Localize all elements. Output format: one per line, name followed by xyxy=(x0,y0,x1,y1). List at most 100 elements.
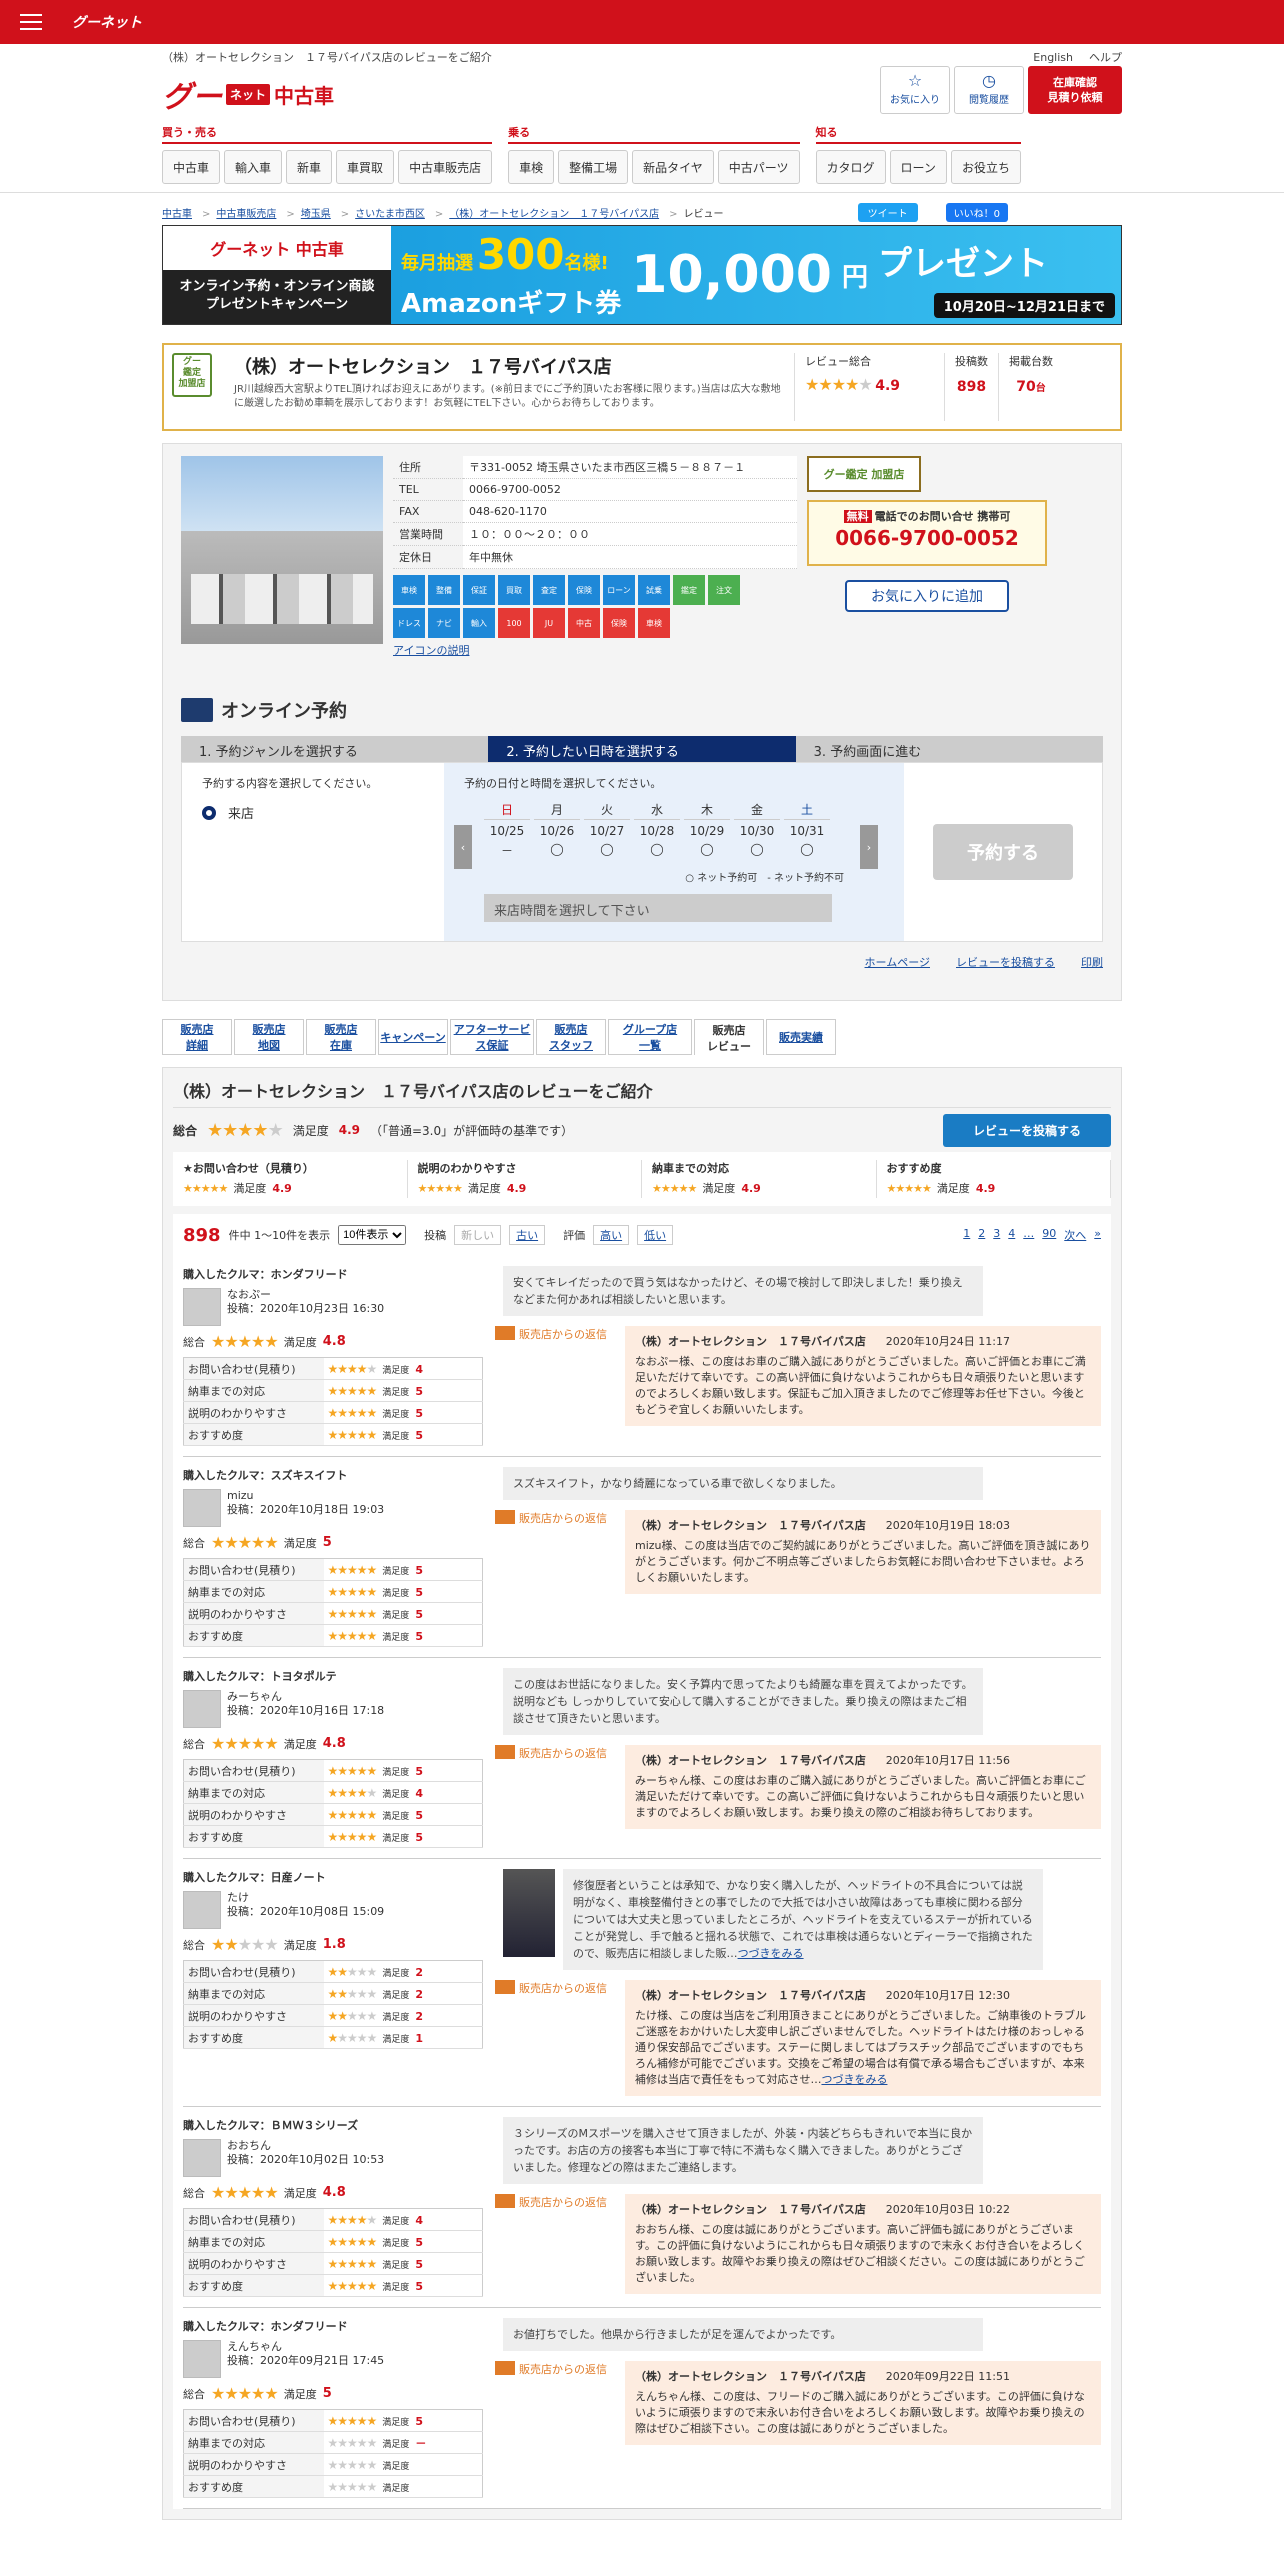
read-more-link[interactable]: つづきをみる xyxy=(738,1947,804,1960)
day-column[interactable]: 水 10/28 ◯ xyxy=(634,801,680,859)
time-select[interactable]: 来店時間を選択して下さい xyxy=(484,894,832,922)
tweet-button[interactable]: ツイート xyxy=(857,202,918,222)
homepage-link[interactable]: ホームページ xyxy=(865,954,930,970)
tel-number[interactable]: 0066-9700-0052 xyxy=(815,526,1039,550)
like-button[interactable]: いいね！0 xyxy=(945,202,1008,222)
review-comment-text: スズキスイフト，かなり綺麗になっている車で欲しくなりました。 xyxy=(513,1477,842,1490)
sort-high[interactable]: 高い xyxy=(593,1225,630,1245)
menu-icon[interactable] xyxy=(20,14,42,30)
stock-inquiry-button[interactable]: 在庫確認 見積り依頼 xyxy=(1028,66,1122,114)
add-favorite-button[interactable]: お気に入りに追加 xyxy=(845,580,1009,612)
rating-name: おすすめ度 xyxy=(183,1624,324,1647)
prev-week-button[interactable]: ‹ xyxy=(454,825,472,869)
breadcrumb-link[interactable]: 中古車 xyxy=(162,209,192,220)
post-review-link[interactable]: レビューを投稿する xyxy=(956,954,1055,970)
info-row: 定休日 年中無休 xyxy=(393,545,797,569)
page-link[interactable]: 次へ xyxy=(1064,1227,1086,1243)
banner-people: 名様! xyxy=(564,253,609,274)
nav-item[interactable]: 車検 xyxy=(508,150,555,184)
shop-photo[interactable] xyxy=(181,456,383,644)
day-name: 金 xyxy=(750,803,763,817)
post-review-button[interactable]: レビューを投稿する xyxy=(942,1113,1111,1147)
rating-sat-label: 満足度 xyxy=(382,1833,410,1844)
breadcrumb-link[interactable]: （株）オートセレクション １７号バイパス店 xyxy=(449,209,659,220)
info-value: 048-620-1170 xyxy=(463,500,797,523)
info-key: 住所 xyxy=(393,456,463,479)
per-page-select[interactable]: 10件表示 xyxy=(338,1225,407,1245)
nav-item[interactable]: カタログ xyxy=(815,150,886,184)
review-total-label: レビュー総合 xyxy=(805,355,871,368)
help-link[interactable]: ヘルプ xyxy=(1089,51,1122,64)
top-logo[interactable]: グーネット xyxy=(72,12,142,32)
reserve-button[interactable]: 予約する xyxy=(933,824,1073,880)
page-link[interactable]: 90 xyxy=(1042,1227,1056,1243)
breadcrumb-link[interactable]: さいたま市西区 xyxy=(355,209,425,220)
day-availability[interactable]: ◯ xyxy=(584,842,630,856)
nav-item[interactable]: 整備工場 xyxy=(558,150,629,184)
site-logo[interactable]: グー ネット 中古車 xyxy=(162,72,334,116)
shop-tab[interactable]: 販売店 在庫 xyxy=(306,1019,376,1055)
day-column[interactable]: 金 10/30 ◯ xyxy=(734,801,780,859)
nav-item[interactable]: 新品タイヤ xyxy=(632,150,714,184)
shop-tab[interactable]: アフターサービス保証 xyxy=(450,1019,534,1055)
nav-item[interactable]: 中古パーツ xyxy=(717,150,800,184)
breadcrumb-link[interactable]: 中古車販売店 xyxy=(216,209,276,220)
day-availability[interactable]: ◯ xyxy=(634,842,680,856)
nav-item[interactable]: お役立ち xyxy=(950,150,1021,184)
sort-old[interactable]: 古い xyxy=(509,1225,546,1245)
icon-description-link[interactable]: アイコンの説明 xyxy=(393,642,797,658)
avatar xyxy=(183,2340,221,2378)
page-link[interactable]: 4 xyxy=(1008,1227,1015,1243)
day-column[interactable]: 火 10/27 ◯ xyxy=(584,801,630,859)
nav-item[interactable]: 中古車販売店 xyxy=(398,150,493,184)
page-link[interactable]: 1 xyxy=(963,1227,970,1243)
shop-tab[interactable]: 販売店 詳細 xyxy=(162,1019,232,1055)
breadcrumb-link[interactable]: 埼玉県 xyxy=(301,209,331,220)
nav-item[interactable]: ローン xyxy=(889,150,947,184)
read-more-link[interactable]: つづきをみる xyxy=(821,2073,887,2086)
day-column[interactable]: 木 10/29 ◯ xyxy=(684,801,730,859)
favorites-button[interactable]: ☆ お気に入り xyxy=(880,66,950,114)
sort-new[interactable]: 新しい xyxy=(454,1225,502,1245)
page-link[interactable]: 3 xyxy=(993,1227,1000,1243)
day-column[interactable]: 月 10/26 ◯ xyxy=(534,801,580,859)
nav-item[interactable]: 中古車 xyxy=(162,150,221,184)
step-1: 1. 予約ジャンルを選択する xyxy=(181,736,489,762)
page-link[interactable]: 2 xyxy=(978,1227,985,1243)
shop-tab[interactable]: グループ店 一覧 xyxy=(608,1019,692,1055)
shop-tab[interactable]: 販売実績 xyxy=(766,1019,836,1055)
next-week-button[interactable]: › xyxy=(860,825,878,869)
day-column[interactable]: 日 10/25 － xyxy=(484,801,530,859)
day-availability[interactable]: ◯ xyxy=(784,842,830,856)
review-comment-text: ３シリーズのMスポーツを購入させて頂きましたが、外装・内装どちらもきれいで本当に… xyxy=(513,2127,973,2174)
rating-score: 2 xyxy=(415,1987,423,2001)
shop-tab[interactable]: 販売店 スタッフ xyxy=(536,1019,606,1055)
banner-date: 10月20日~12月21日まで xyxy=(933,293,1115,318)
print-link[interactable]: 印刷 xyxy=(1081,954,1103,970)
sort-low[interactable]: 低い xyxy=(637,1225,674,1245)
review-section-title: （株）オートセレクション １７号バイパス店のレビューをご紹介 xyxy=(173,1068,1111,1108)
day-availability[interactable]: － xyxy=(484,842,530,859)
nav-item[interactable]: 車買取 xyxy=(336,150,395,184)
rating-sat-label: 満足度 xyxy=(382,1365,410,1376)
day-column[interactable]: 土 10/31 ◯ xyxy=(784,801,830,859)
campaign-banner[interactable]: グーネット 中古車 オンライン予約・オンライン商談 プレゼントキャンペーン 毎月… xyxy=(162,225,1122,325)
genre-radio-visit[interactable]: 来店 xyxy=(202,803,424,822)
history-button[interactable]: ◷ 閲覧履歴 xyxy=(954,66,1024,114)
sat-label: 満足度 xyxy=(283,2387,317,2401)
shop-tab[interactable]: 販売店 地図 xyxy=(234,1019,304,1055)
rating-sat-label: 満足度 xyxy=(382,1566,410,1577)
reply-label: 販売店からの返信 xyxy=(519,1512,607,1525)
shop-tab[interactable]: キャンペーン xyxy=(378,1019,448,1055)
english-link[interactable]: English xyxy=(1033,51,1073,64)
day-availability[interactable]: ◯ xyxy=(684,842,730,856)
rating-sat-label: 満足度 xyxy=(382,1990,410,2001)
day-availability[interactable]: ◯ xyxy=(534,842,580,856)
shop-tab[interactable]: 販売店 レビュー xyxy=(694,1019,764,1055)
nav-item[interactable]: 輸入車 xyxy=(224,150,283,184)
day-availability[interactable]: ◯ xyxy=(734,842,780,856)
page-link[interactable]: » xyxy=(1094,1227,1101,1243)
nav-item[interactable]: 新車 xyxy=(286,150,333,184)
review-photo[interactable] xyxy=(503,1869,555,1957)
rating-table: お問い合わせ(見積り) ★★★★★ 満足度 5 納車までの対応 ★★★★★ 満足度 5 説明のわ… xyxy=(183,1558,483,1647)
